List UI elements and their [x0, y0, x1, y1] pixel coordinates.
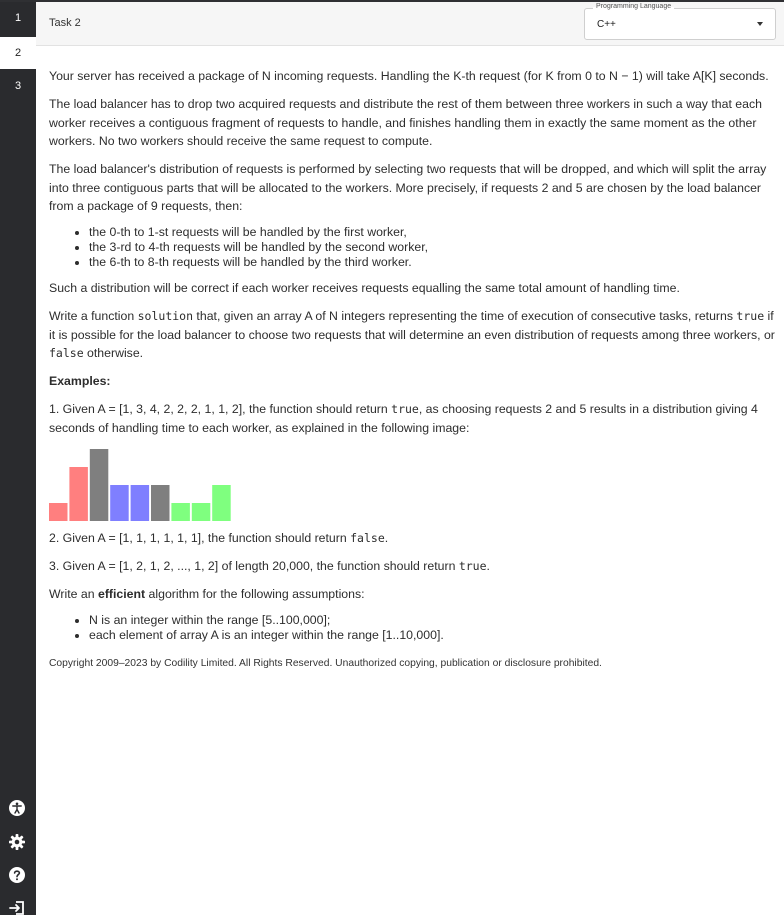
- list-item: N is an integer within the range [5..100…: [89, 613, 777, 628]
- chart-bar-5: [151, 484, 170, 521]
- assumptions-list: N is an integer within the range [5..100…: [49, 613, 777, 643]
- distribution-list: the 0-th to 1-st requests will be handle…: [49, 225, 777, 270]
- task-description: Your server has received a package of N …: [49, 67, 777, 673]
- list-item: the 6-th to 8-th requests will be handle…: [89, 255, 777, 270]
- text-span: otherwise.: [83, 346, 144, 360]
- paragraph-correctness: Such a distribution will be correct if e…: [49, 281, 680, 295]
- code-false: false: [49, 346, 84, 360]
- text-span: 2. Given A = [1, 1, 1, 1, 1, 1], the fun…: [49, 530, 351, 545]
- examples-heading: Examples:: [49, 372, 777, 391]
- text-span: Write an: [49, 586, 98, 601]
- code-solution: solution: [137, 309, 194, 323]
- paragraph-intro: Your server has received a package of N …: [49, 69, 769, 83]
- text-span: .: [384, 530, 389, 545]
- task-tab-2[interactable]: 2: [0, 37, 36, 69]
- task-tab-1[interactable]: 1: [0, 2, 36, 34]
- chart-bar-2: [89, 448, 109, 521]
- task-header: Task 2 Programming Language C++: [36, 2, 784, 46]
- list-item: the 0-th to 1-st requests will be handle…: [89, 225, 777, 240]
- chart-bar-3: [110, 484, 129, 521]
- chart-bar-8: [212, 484, 231, 521]
- accessibility-icon[interactable]: [8, 799, 26, 817]
- code-true: true: [736, 309, 765, 323]
- logout-icon[interactable]: [8, 899, 26, 917]
- distribution-bar-chart: [49, 448, 231, 521]
- code-true: true: [458, 558, 487, 573]
- text-span: 3. Given A = [1, 2, 1, 2, ..., 1, 2] of …: [49, 558, 459, 573]
- code-true: true: [391, 402, 419, 416]
- help-icon[interactable]: [8, 866, 26, 884]
- settings-icon[interactable]: [8, 833, 26, 851]
- chart-bar-0: [49, 502, 68, 521]
- paragraph-assumptions: Write an efficient algorithm for the fol…: [49, 585, 777, 604]
- examples-heading-text: Examples:: [49, 374, 111, 388]
- paragraph-balancer: The load balancer has to drop two acquir…: [49, 97, 762, 148]
- code-false: false: [350, 530, 385, 545]
- chevron-down-icon[interactable]: [757, 22, 763, 26]
- language-select[interactable]: Programming Language C++: [584, 3, 776, 40]
- chart-bar-7: [191, 502, 211, 521]
- text-span: Write a function: [49, 309, 138, 323]
- language-label: Programming Language: [593, 3, 675, 10]
- language-value: C++: [597, 19, 616, 30]
- chart-bar-4: [130, 484, 150, 521]
- example-3: 3. Given A = [1, 2, 1, 2, ..., 1, 2] of …: [49, 557, 777, 576]
- text-span: that, given an array A of N integers rep…: [193, 309, 737, 323]
- example-1: 1. Given A = [1, 3, 4, 2, 2, 2, 1, 1, 2]…: [49, 400, 777, 437]
- copyright: Copyright 2009–2023 by Codility Limited.…: [49, 657, 602, 669]
- chart-bar-6: [171, 502, 190, 521]
- list-item: the 3-rd to 4-th requests will be handle…: [89, 240, 777, 255]
- list-item: each element of array A is an integer wi…: [89, 628, 777, 643]
- paragraph-function: Write a function solution that, given an…: [49, 307, 777, 363]
- text-span: 1. Given A = [1, 3, 4, 2, 2, 2, 1, 1, 2]…: [49, 402, 392, 416]
- example-2: 2. Given A = [1, 1, 1, 1, 1, 1], the fun…: [49, 529, 777, 548]
- sidebar: 1 2 3: [0, 2, 36, 915]
- text-span: .: [486, 558, 490, 573]
- task-title: Task 2: [49, 17, 81, 29]
- text-span: algorithm for the following assumptions:: [145, 586, 365, 601]
- task-tab-3[interactable]: 3: [0, 70, 36, 102]
- paragraph-distribution: The load balancer's distribution of requ…: [49, 162, 767, 213]
- emphasis-efficient: efficient: [97, 586, 146, 601]
- chart-bar-1: [69, 466, 88, 521]
